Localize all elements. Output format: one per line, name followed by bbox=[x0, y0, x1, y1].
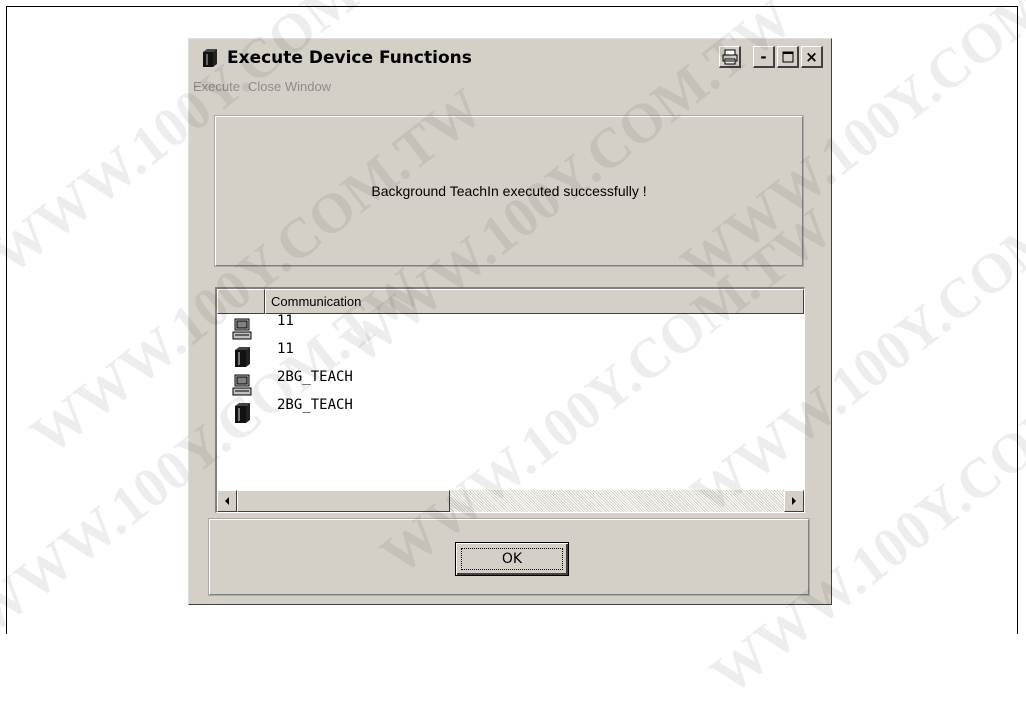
device-block-icon bbox=[227, 400, 257, 426]
menu-execute[interactable]: Execute bbox=[191, 79, 246, 99]
menu-close-window[interactable]: Close Window bbox=[246, 79, 337, 99]
maximize-button[interactable] bbox=[777, 46, 799, 68]
focus-rect bbox=[461, 548, 563, 570]
status-message: Background TeachIn executed successfully… bbox=[371, 183, 647, 199]
title-bar[interactable]: Execute Device Functions - × bbox=[191, 41, 829, 75]
row-label: 11 bbox=[277, 313, 294, 329]
window-title: Execute Device Functions bbox=[227, 48, 472, 68]
scroll-right-icon[interactable] bbox=[784, 490, 804, 512]
communication-list[interactable]: Communication 11 11 2BG_TEACH 2BG_TEACH bbox=[215, 287, 805, 513]
device-app-icon bbox=[199, 47, 219, 69]
row-label: 2BG_TEACH bbox=[277, 369, 353, 385]
dialog-window: Execute Device Functions - × Execute Clo… bbox=[188, 38, 832, 605]
list-item[interactable]: 11 bbox=[217, 313, 804, 343]
row-label: 11 bbox=[277, 341, 294, 357]
computer-icon bbox=[227, 316, 257, 342]
icon-column-header[interactable] bbox=[217, 289, 265, 314]
minimize-button[interactable]: - bbox=[753, 46, 775, 68]
row-label: 2BG_TEACH bbox=[277, 397, 353, 413]
message-panel: Background TeachIn executed successfully… bbox=[214, 115, 804, 267]
list-item[interactable]: 2BG_TEACH bbox=[217, 369, 804, 399]
communication-column-header[interactable]: Communication bbox=[265, 289, 804, 314]
menu-bar: Execute Close Window bbox=[191, 79, 337, 99]
list-item[interactable]: 2BG_TEACH bbox=[217, 397, 804, 427]
print-icon[interactable] bbox=[719, 46, 741, 68]
horizontal-scrollbar[interactable] bbox=[217, 490, 804, 512]
list-header: Communication bbox=[217, 289, 804, 314]
ok-button[interactable]: OK bbox=[455, 542, 569, 576]
scroll-thumb[interactable] bbox=[237, 490, 450, 512]
button-panel: OK bbox=[208, 518, 810, 596]
computer-icon bbox=[227, 372, 257, 398]
scroll-left-icon[interactable] bbox=[217, 490, 237, 512]
list-item[interactable]: 11 bbox=[217, 341, 804, 371]
close-button[interactable]: × bbox=[801, 46, 823, 68]
device-block-icon bbox=[227, 344, 257, 370]
